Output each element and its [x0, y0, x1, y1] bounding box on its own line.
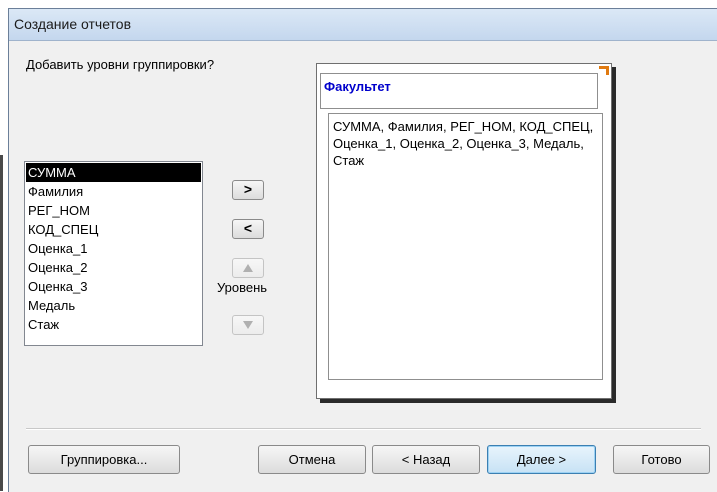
back-button[interactable]: < Назад	[372, 445, 480, 474]
window-title: Создание отчетов	[14, 16, 132, 32]
grouping-prompt: Добавить уровни группировки?	[26, 57, 215, 72]
list-item[interactable]: Оценка_2	[26, 258, 201, 277]
cancel-button[interactable]: Отмена	[258, 445, 366, 474]
list-item[interactable]: КОД_СПЕЦ	[26, 220, 201, 239]
window-edge	[0, 155, 3, 491]
list-item[interactable]: Медаль	[26, 296, 201, 315]
group-level-header: Факультет	[320, 73, 598, 109]
group-level-name: Факультет	[324, 79, 391, 94]
list-item[interactable]: Оценка_1	[26, 239, 201, 258]
next-button[interactable]: Далее >	[487, 445, 596, 474]
priority-up-button[interactable]	[232, 258, 264, 278]
list-item[interactable]: Оценка_3	[26, 277, 201, 296]
remove-group-button[interactable]: <	[232, 219, 264, 239]
list-item[interactable]: СУММА	[26, 163, 201, 182]
priority-down-button[interactable]	[232, 315, 264, 335]
footer-separator	[26, 428, 701, 430]
available-fields-list[interactable]: СУММА Фамилия РЕГ_НОМ КОД_СПЕЦ Оценка_1 …	[24, 161, 203, 346]
grouped-fields-box: СУММА, Фамилия, РЕГ_НОМ, КОД_СПЕЦ, Оценк…	[328, 113, 603, 380]
report-wizard-window: Создание отчетов Добавить уровни группир…	[0, 8, 717, 492]
preview-corner-mark	[599, 66, 609, 75]
add-group-button[interactable]: >	[232, 180, 264, 200]
arrow-up-icon	[243, 264, 253, 272]
level-label: Уровень	[217, 280, 268, 295]
list-item[interactable]: РЕГ_НОМ	[26, 201, 201, 220]
list-item[interactable]: Стаж	[26, 315, 201, 334]
finish-button[interactable]: Готово	[613, 445, 710, 474]
grouped-fields-text: СУММА, Фамилия, РЕГ_НОМ, КОД_СПЕЦ, Оценк…	[333, 119, 594, 168]
grouping-options-button[interactable]: Группировка...	[28, 445, 180, 474]
arrow-down-icon	[243, 321, 253, 329]
list-item[interactable]: Фамилия	[26, 182, 201, 201]
title-bar: Создание отчетов	[9, 9, 717, 41]
